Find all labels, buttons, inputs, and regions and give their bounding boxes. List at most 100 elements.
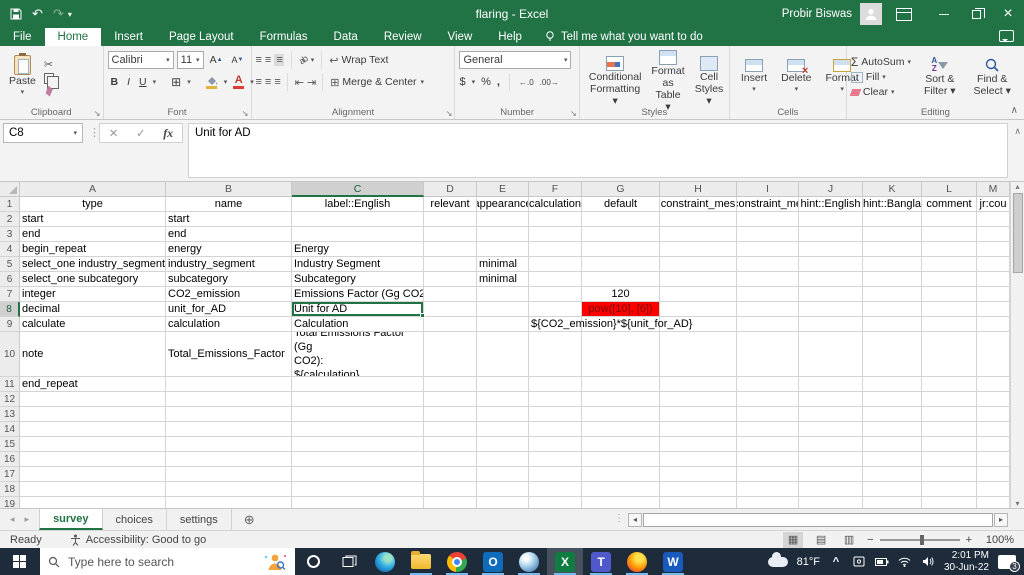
conditional-formatting-button[interactable]: Conditional Formatting ▾ [584, 55, 647, 108]
cell-C2[interactable] [292, 212, 424, 227]
row-header-19[interactable]: 19 [0, 497, 20, 508]
cell-J10[interactable] [799, 332, 863, 377]
cell-L18[interactable] [922, 482, 977, 497]
firefox-button[interactable] [619, 548, 655, 575]
row-header-18[interactable]: 18 [0, 482, 20, 497]
column-header-J[interactable]: J [799, 182, 863, 197]
cell-H5[interactable] [660, 257, 737, 272]
cell-K2[interactable] [863, 212, 922, 227]
cell-I5[interactable] [737, 257, 799, 272]
accounting-format-button[interactable]: $ [459, 76, 465, 88]
cell-J5[interactable] [799, 257, 863, 272]
column-header-C[interactable]: C [292, 182, 424, 197]
cell-G12[interactable] [582, 392, 660, 407]
cell-E6[interactable]: minimal [477, 272, 529, 287]
cell-A14[interactable] [20, 422, 166, 437]
fill-handle[interactable] [420, 313, 425, 318]
cell-H19[interactable] [660, 497, 737, 508]
cell-E11[interactable] [477, 377, 529, 392]
cell-M8[interactable] [977, 302, 1010, 317]
format-as-table-button[interactable]: Format as Table ▾ [646, 49, 689, 114]
cell-I11[interactable] [737, 377, 799, 392]
cell-H12[interactable] [660, 392, 737, 407]
cell-K19[interactable] [863, 497, 922, 508]
cell-D14[interactable] [424, 422, 477, 437]
cell-F12[interactable] [529, 392, 582, 407]
user-name[interactable]: Probir Biswas [782, 8, 852, 20]
comma-style-button[interactable]: , [497, 76, 500, 88]
copy-icon[interactable] [43, 72, 59, 89]
column-header-G[interactable]: G [582, 182, 660, 197]
column-header-H[interactable]: H [660, 182, 737, 197]
cell-E7[interactable] [477, 287, 529, 302]
cell-C17[interactable] [292, 467, 424, 482]
cell-J3[interactable] [799, 227, 863, 242]
cell-C15[interactable] [292, 437, 424, 452]
cell-G5[interactable] [582, 257, 660, 272]
clear-button[interactable]: Clear ▾ [849, 85, 911, 99]
cell-styles-button[interactable]: Cell Styles ▾ [690, 55, 729, 108]
cell-J7[interactable] [799, 287, 863, 302]
cell-M1[interactable]: jr:cou [977, 197, 1010, 212]
chevron-down-icon[interactable]: ▾ [153, 78, 157, 86]
cell-B8[interactable]: unit_for_AD [166, 302, 292, 317]
cut-icon[interactable]: ✂ [44, 58, 54, 71]
cell-H18[interactable] [660, 482, 737, 497]
tab-home[interactable]: Home [44, 28, 102, 46]
cell-J19[interactable] [799, 497, 863, 508]
tab-data[interactable]: Data [321, 28, 371, 46]
tab-page-layout[interactable]: Page Layout [156, 28, 247, 46]
cell-I2[interactable] [737, 212, 799, 227]
row-header-1[interactable]: 1 [0, 197, 20, 212]
cell-M17[interactable] [977, 467, 1010, 482]
vertical-scroll-thumb[interactable] [1012, 193, 1023, 273]
insert-function-icon[interactable]: fx [163, 126, 173, 141]
cell-L14[interactable] [922, 422, 977, 437]
cell-D11[interactable] [424, 377, 477, 392]
increase-indent-icon[interactable]: ⇥ [307, 76, 316, 89]
cell-L2[interactable] [922, 212, 977, 227]
collapse-ribbon-icon[interactable]: ∧ [1011, 105, 1018, 116]
cell-E2[interactable] [477, 212, 529, 227]
insert-cells-button[interactable]: Insert ▾ [734, 58, 774, 96]
cell-H8[interactable] [660, 302, 737, 317]
cell-E18[interactable] [477, 482, 529, 497]
horizontal-scroll-thumb[interactable] [643, 512, 993, 527]
cell-M5[interactable] [977, 257, 1010, 272]
cell-I19[interactable] [737, 497, 799, 508]
cell-J16[interactable] [799, 452, 863, 467]
cell-G15[interactable] [582, 437, 660, 452]
align-center-icon[interactable]: ≡ [265, 76, 272, 88]
cell-D13[interactable] [424, 407, 477, 422]
cell-I12[interactable] [737, 392, 799, 407]
cell-B7[interactable]: CO2_emission [166, 287, 292, 302]
column-header-M[interactable]: M [977, 182, 1010, 197]
battery-icon[interactable] [874, 555, 889, 569]
cell-E13[interactable] [477, 407, 529, 422]
cell-B5[interactable]: industry_segment [166, 257, 292, 272]
clock[interactable]: 2:01 PM 30-Jun-22 [944, 550, 989, 574]
cell-D7[interactable] [424, 287, 477, 302]
cell-G16[interactable] [582, 452, 660, 467]
cell-L13[interactable] [922, 407, 977, 422]
cell-K3[interactable] [863, 227, 922, 242]
cell-F18[interactable] [529, 482, 582, 497]
column-header-E[interactable]: E [477, 182, 529, 197]
row-header-2[interactable]: 2 [0, 212, 20, 227]
cell-I16[interactable] [737, 452, 799, 467]
cell-I3[interactable] [737, 227, 799, 242]
cell-E9[interactable] [477, 317, 529, 332]
cell-C16[interactable] [292, 452, 424, 467]
start-button[interactable] [0, 548, 40, 575]
cell-C13[interactable] [292, 407, 424, 422]
cell-C3[interactable] [292, 227, 424, 242]
cell-B17[interactable] [166, 467, 292, 482]
cell-C8[interactable]: Unit for AD [292, 302, 425, 318]
cell-L6[interactable] [922, 272, 977, 287]
enter-entry-icon[interactable]: ✓ [136, 126, 146, 140]
cell-E8[interactable] [477, 302, 529, 317]
horizontal-scrollbar[interactable]: ◂ ▸ [628, 512, 1008, 527]
cell-E15[interactable] [477, 437, 529, 452]
cell-H6[interactable] [660, 272, 737, 287]
cell-K17[interactable] [863, 467, 922, 482]
